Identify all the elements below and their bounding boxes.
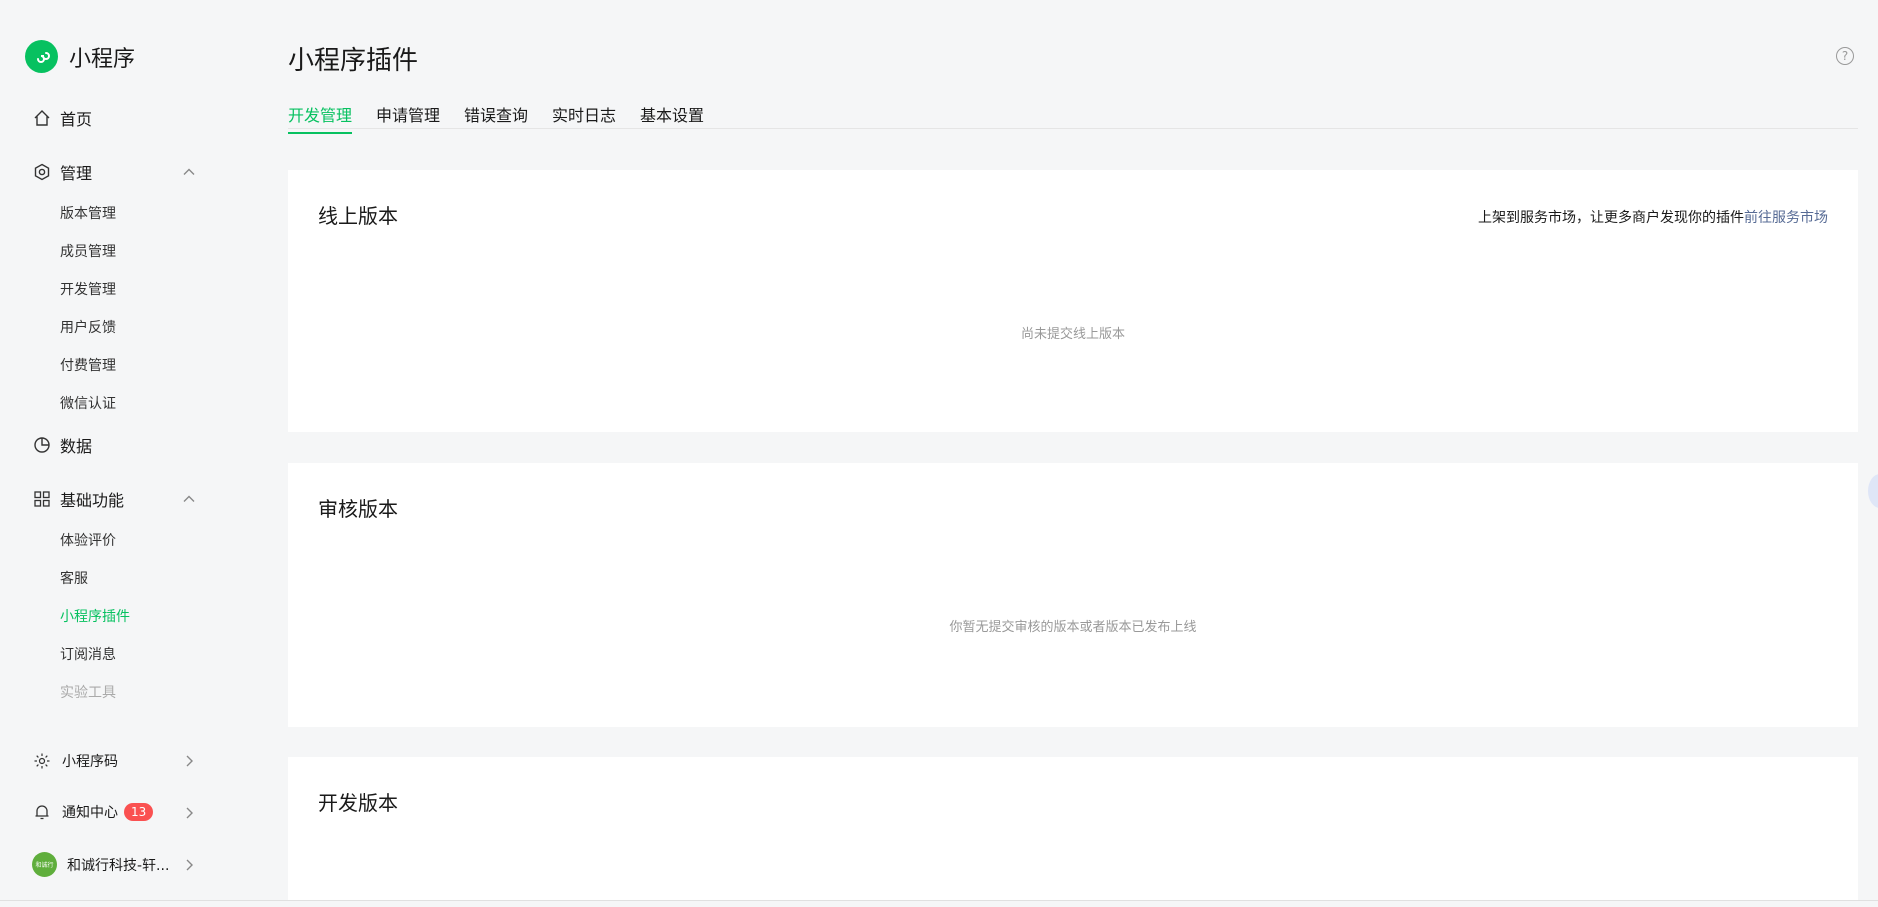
sidebar-account[interactable]: 和诚行 和诚行科技-轩...: [32, 852, 169, 877]
tab-bar: 开发管理 申请管理 错误查询 实时日志 基本设置: [288, 98, 1858, 134]
tab-basic-settings[interactable]: 基本设置: [640, 102, 704, 132]
miniprogram-logo-icon: [25, 40, 58, 73]
chevron-right-icon[interactable]: [182, 754, 196, 768]
tab-error-query[interactable]: 错误查询: [464, 102, 528, 132]
sidebar-item-dev[interactable]: 开发管理: [60, 279, 116, 299]
chevron-up-icon[interactable]: [182, 492, 196, 506]
sidebar-item-label: 管理: [60, 164, 93, 183]
sidebar-item-label: 首页: [60, 110, 93, 129]
dev-version-card: 开发版本: [288, 757, 1858, 900]
bottom-divider: [0, 900, 1878, 901]
sidebar-item-version[interactable]: 版本管理: [60, 203, 116, 223]
tab-apply-manage[interactable]: 申请管理: [376, 102, 440, 132]
sidebar-item-qrcode[interactable]: 小程序码: [32, 751, 118, 771]
sidebar-item-plugin[interactable]: 小程序插件: [60, 606, 130, 626]
sidebar-item-home[interactable]: 首页: [32, 106, 92, 130]
card-title: 审核版本: [318, 497, 398, 521]
go-service-market-link[interactable]: 前往服务市场: [1744, 210, 1828, 226]
empty-state-text: 你暂无提交审核的版本或者版本已发布上线: [949, 620, 1197, 635]
chevron-right-icon[interactable]: [182, 806, 196, 820]
sidebar-item-experience[interactable]: 体验评价: [60, 530, 116, 550]
chevron-right-icon[interactable]: [182, 858, 196, 872]
pie-chart-icon: [32, 435, 52, 455]
sidebar-item-label: 数据: [60, 437, 93, 456]
home-icon: [32, 108, 52, 128]
grid-icon: [32, 489, 52, 509]
sidebar-item-subscribe[interactable]: 订阅消息: [60, 644, 116, 664]
brand-name: 小程序: [69, 46, 136, 72]
online-version-card: 线上版本 上架到服务市场，让更多商户发现你的插件前往服务市场 尚未提交线上版本: [288, 170, 1858, 432]
sidebar-item-service[interactable]: 客服: [60, 568, 88, 588]
card-title: 线上版本: [318, 204, 398, 228]
chevron-up-icon[interactable]: [182, 165, 196, 179]
sidebar-item-wechat-cert[interactable]: 微信认证: [60, 393, 116, 413]
bell-icon: [32, 802, 52, 822]
account-name: 和诚行科技-轩...: [67, 857, 170, 874]
sidebar-item-label: 小程序码: [62, 754, 118, 770]
tab-dev-manage[interactable]: 开发管理: [288, 102, 353, 134]
sidebar-item-label: 通知中心: [62, 805, 118, 821]
tab-realtime-log[interactable]: 实时日志: [552, 102, 616, 132]
sidebar-item-payment[interactable]: 付费管理: [60, 355, 116, 375]
sidebar-item-lab[interactable]: 实验工具: [60, 682, 116, 702]
sidebar-item-label: 基础功能: [60, 491, 125, 510]
sidebar-item-manage[interactable]: 管理: [32, 160, 92, 184]
promo-text: 上架到服务市场，让更多商户发现你的插件: [1478, 210, 1744, 226]
review-version-card: 审核版本 你暂无提交审核的版本或者版本已发布上线: [288, 463, 1858, 727]
page-title: 小程序插件: [288, 46, 419, 76]
floating-assistant-button[interactable]: [1868, 474, 1878, 508]
help-icon[interactable]: ?: [1836, 47, 1854, 65]
sidebar: 小程序 首页 管理 版本管理 成员管理 开发管理 用户反馈 付费管理 微信认证 …: [0, 0, 240, 900]
settings-hexagon-icon: [32, 162, 52, 182]
sidebar-item-data[interactable]: 数据: [32, 433, 92, 457]
sidebar-item-notify[interactable]: 通知中心 13: [32, 802, 154, 822]
avatar: 和诚行: [32, 852, 57, 877]
card-title: 开发版本: [318, 791, 398, 815]
sidebar-item-basic[interactable]: 基础功能: [32, 487, 124, 511]
empty-state-text: 尚未提交线上版本: [1020, 327, 1125, 342]
sidebar-item-feedback[interactable]: 用户反馈: [60, 317, 116, 337]
service-market-promo: 上架到服务市场，让更多商户发现你的插件前往服务市场: [1478, 207, 1828, 227]
qrcode-sun-icon: [32, 751, 52, 771]
sidebar-item-members[interactable]: 成员管理: [60, 241, 116, 261]
notification-count-badge: 13: [124, 803, 154, 821]
brand[interactable]: 小程序: [25, 40, 135, 73]
